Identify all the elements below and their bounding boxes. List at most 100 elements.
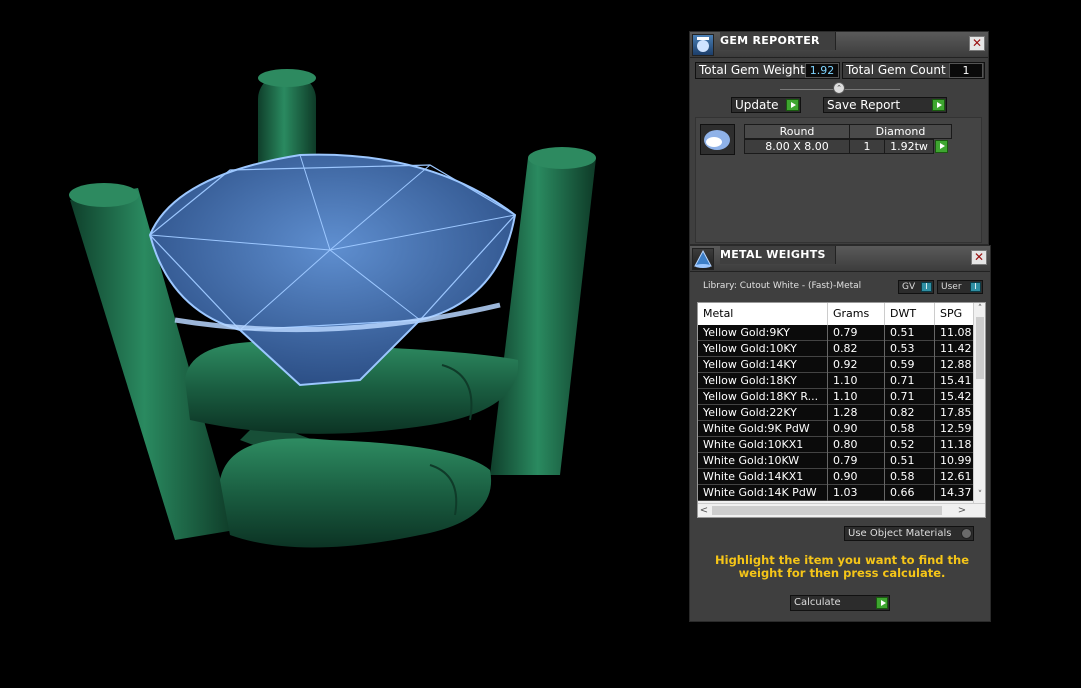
vertical-scroll-thumb[interactable] bbox=[976, 317, 984, 379]
cell-spg: 17.85 bbox=[935, 405, 975, 421]
cell-grams: 1.03 bbox=[828, 485, 885, 501]
cell-spg: 12.61 bbox=[935, 469, 975, 485]
scroll-down-icon[interactable]: ˅ bbox=[975, 489, 985, 501]
total-gem-count-label: Total Gem Count bbox=[846, 63, 946, 77]
cell-grams: 0.82 bbox=[828, 341, 885, 357]
vertical-scrollbar[interactable]: ˄ ˅ bbox=[973, 303, 985, 503]
table-row[interactable]: White Gold:10KW 0.79 0.51 10.99 bbox=[698, 453, 975, 469]
table-row[interactable]: Yellow Gold:14KY 0.92 0.59 12.88 bbox=[698, 357, 975, 373]
cell-grams: 1.10 bbox=[828, 389, 885, 405]
metal-weights-panel: METAL WEIGHTS ✕ Library: Cutout White - … bbox=[689, 245, 991, 622]
scroll-right-icon[interactable]: > bbox=[956, 504, 968, 517]
column-header-spg[interactable]: SPG bbox=[935, 303, 975, 325]
toggle-knob-icon: I bbox=[970, 282, 981, 292]
cell-dwt: 0.53 bbox=[885, 341, 935, 357]
metal-weights-titlebar[interactable]: METAL WEIGHTS ✕ bbox=[690, 246, 990, 272]
play-arrow-icon bbox=[876, 597, 888, 609]
cell-grams: 0.80 bbox=[828, 437, 885, 453]
cell-dwt: 0.82 bbox=[885, 405, 935, 421]
cell-dwt: 0.51 bbox=[885, 325, 935, 341]
toggle-knob-icon: I bbox=[921, 282, 932, 292]
3d-viewport[interactable] bbox=[0, 0, 690, 688]
total-gem-count-value: 1 bbox=[949, 63, 983, 78]
gem-quantity: 1 bbox=[849, 139, 885, 154]
table-row[interactable]: Yellow Gold:18KY R... 1.10 0.71 15.42 bbox=[698, 389, 975, 405]
cell-dwt: 0.58 bbox=[885, 421, 935, 437]
gem-reporter-titlebar[interactable]: GEM REPORTER ✕ bbox=[690, 32, 988, 58]
scroll-left-icon[interactable]: < bbox=[698, 504, 710, 517]
cell-spg: 15.41 bbox=[935, 373, 975, 389]
table-row[interactable]: White Gold:10KX1 0.80 0.52 11.18 bbox=[698, 437, 975, 453]
table-header: Metal Grams DWT SPG bbox=[698, 303, 975, 325]
table-row[interactable]: White Gold:14K PdW 1.03 0.66 14.37 bbox=[698, 485, 975, 501]
cell-metal: Yellow Gold:18KY bbox=[698, 373, 828, 389]
close-icon[interactable]: ✕ bbox=[969, 36, 985, 51]
use-object-materials-toggle[interactable]: Use Object Materials bbox=[844, 526, 974, 541]
instruction-text: Highlight the item you want to find the … bbox=[715, 553, 969, 580]
cell-metal: Yellow Gold:18KY R... bbox=[698, 389, 828, 405]
column-header-metal[interactable]: Metal bbox=[698, 303, 828, 325]
update-button[interactable]: Update bbox=[731, 97, 801, 113]
gem-thumbnail-icon[interactable] bbox=[700, 124, 735, 155]
cell-metal: Yellow Gold:14KY bbox=[698, 357, 828, 373]
gv-toggle[interactable]: GV I bbox=[898, 280, 934, 294]
play-arrow-icon bbox=[786, 99, 799, 111]
cell-spg: 11.42 bbox=[935, 341, 975, 357]
cell-grams: 0.92 bbox=[828, 357, 885, 373]
table-row[interactable]: Yellow Gold:9KY 0.79 0.51 11.08 bbox=[698, 325, 975, 341]
column-header-grams[interactable]: Grams bbox=[828, 303, 885, 325]
metal-weights-title: METAL WEIGHTS bbox=[720, 246, 836, 264]
total-gem-weight-value: 1.92 bbox=[805, 63, 839, 78]
cell-metal: White Gold:14KX1 bbox=[698, 469, 828, 485]
table-row[interactable]: White Gold:9K PdW 0.90 0.58 12.59 bbox=[698, 421, 975, 437]
cell-metal: White Gold:9K PdW bbox=[698, 421, 828, 437]
cell-dwt: 0.71 bbox=[885, 373, 935, 389]
cell-grams: 1.10 bbox=[828, 373, 885, 389]
table-row[interactable]: White Gold:14KX1 0.90 0.58 12.61 bbox=[698, 469, 975, 485]
gv-toggle-label: GV bbox=[902, 282, 916, 292]
gem-weight: 1.92tw bbox=[884, 139, 934, 154]
horizontal-scroll-thumb[interactable] bbox=[712, 506, 942, 515]
cell-spg: 14.37 bbox=[935, 485, 975, 501]
table-row[interactable]: Yellow Gold:22KY 1.28 0.82 17.85 bbox=[698, 405, 975, 421]
table-row[interactable]: Yellow Gold:18KY 1.10 0.71 15.41 bbox=[698, 373, 975, 389]
radio-knob-icon bbox=[961, 528, 972, 539]
cell-metal: White Gold:10KW bbox=[698, 453, 828, 469]
play-arrow-icon[interactable] bbox=[935, 140, 948, 153]
cell-metal: White Gold:14K PdW bbox=[698, 485, 828, 501]
cell-grams: 0.79 bbox=[828, 453, 885, 469]
update-button-label: Update bbox=[735, 98, 779, 112]
metal-weights-icon bbox=[692, 248, 714, 270]
gem-list: Round Diamond 8.00 X 8.00 1 1.92tw bbox=[695, 117, 982, 243]
metal-weights-table[interactable]: Metal Grams DWT SPG Yellow Gold:9KY 0.79 0… bbox=[697, 302, 986, 518]
cell-dwt: 0.52 bbox=[885, 437, 935, 453]
scroll-up-icon[interactable]: ˄ bbox=[975, 303, 985, 315]
user-toggle[interactable]: User I bbox=[937, 280, 983, 294]
cell-grams: 0.90 bbox=[828, 421, 885, 437]
cell-metal: White Gold:10KX1 bbox=[698, 437, 828, 453]
save-report-button-label: Save Report bbox=[827, 98, 901, 112]
cell-dwt: 0.71 bbox=[885, 389, 935, 405]
library-label: Library: Cutout White - (Fast)-Metal bbox=[703, 281, 862, 291]
gem-type: Diamond bbox=[849, 124, 952, 139]
total-gem-weight-label: Total Gem Weight bbox=[699, 63, 805, 77]
cell-spg: 12.59 bbox=[935, 421, 975, 437]
cell-spg: 11.18 bbox=[935, 437, 975, 453]
gem-reporter-panel: GEM REPORTER ✕ Total Gem Weight 1.92 Tot… bbox=[689, 31, 989, 245]
cell-dwt: 0.66 bbox=[885, 485, 935, 501]
cell-metal: Yellow Gold:22KY bbox=[698, 405, 828, 421]
slider-handle-icon[interactable]: ⌃ bbox=[833, 82, 845, 94]
cell-spg: 10.99 bbox=[935, 453, 975, 469]
cell-grams: 0.79 bbox=[828, 325, 885, 341]
close-icon[interactable]: ✕ bbox=[971, 250, 987, 265]
use-object-materials-label: Use Object Materials bbox=[848, 528, 952, 539]
calculate-button[interactable]: Calculate bbox=[790, 595, 890, 611]
table-row[interactable]: Yellow Gold:10KY 0.82 0.53 11.42 bbox=[698, 341, 975, 357]
column-header-dwt[interactable]: DWT bbox=[885, 303, 935, 325]
cell-dwt: 0.58 bbox=[885, 469, 935, 485]
horizontal-scrollbar[interactable]: < > bbox=[698, 503, 985, 517]
gem-shape: Round bbox=[744, 124, 850, 139]
cell-dwt: 0.51 bbox=[885, 453, 935, 469]
cell-spg: 15.42 bbox=[935, 389, 975, 405]
save-report-button[interactable]: Save Report bbox=[823, 97, 947, 113]
